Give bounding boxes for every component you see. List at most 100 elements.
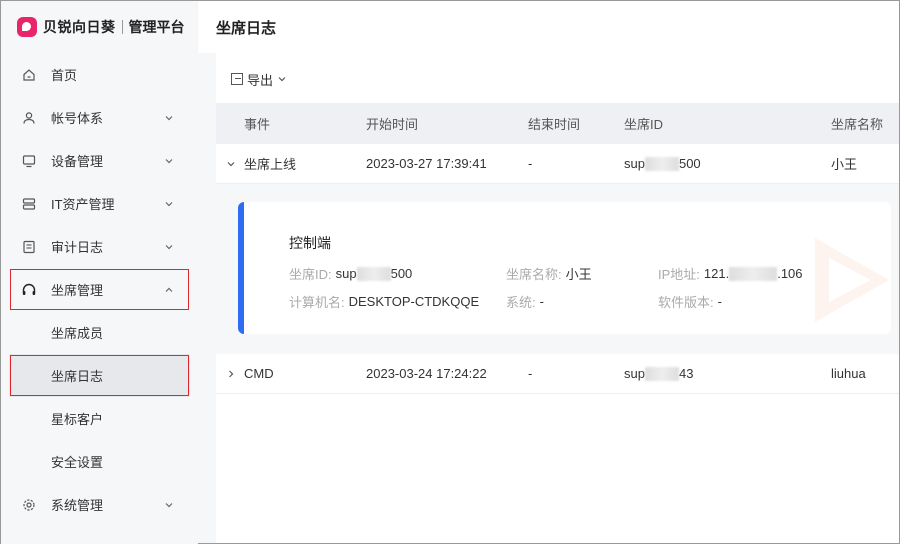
export-label: 导出 xyxy=(247,72,274,88)
monitor-icon xyxy=(21,153,37,169)
sidebar-subitem-starred-customers[interactable]: 星标客户 xyxy=(1,397,198,440)
detail-seat-name: 坐席名称: 小王 xyxy=(506,264,592,283)
cell-seat-id: sup 43 xyxy=(624,354,693,393)
seat-log-table: 事件 开始时间 结束时间 坐席ID 坐席名称 坐席上线 2023-03-27 1… xyxy=(216,103,899,394)
seat-id-prefix: sup xyxy=(624,366,645,381)
row-detail: 控制端 坐席ID: sup 500 坐席名称: 小王 IP地址: 121. .106 xyxy=(216,184,899,354)
seat-id-suffix: 43 xyxy=(678,366,694,381)
field-label: 坐席ID: xyxy=(289,267,332,282)
field-value: 小王 xyxy=(565,267,592,282)
field-label: 坐席名称: xyxy=(506,267,562,282)
server-icon xyxy=(21,196,37,212)
detail-ip-address: IP地址: 121. .106 xyxy=(658,264,803,283)
detail-seat-id: 坐席ID: sup 500 xyxy=(289,264,412,283)
column-header-seat-id: 坐席ID xyxy=(624,117,664,132)
cell-start-time: 2023-03-27 17:39:41 xyxy=(366,156,487,171)
seat-id-suffix: 500 xyxy=(390,265,413,281)
seat-id-prefix: sup xyxy=(624,156,645,171)
main-area: 坐席日志 导出 事件 开始时间 结束时间 坐席ID 坐席名称 坐席上线 2023… xyxy=(198,1,899,543)
content-area: 导出 事件 开始时间 结束时间 坐席ID 坐席名称 坐席上线 2023-03-2… xyxy=(198,53,899,543)
brand-divider xyxy=(121,20,123,34)
log-icon xyxy=(21,239,37,255)
detail-software-version: 软件版本: - xyxy=(658,292,722,311)
sidebar-item-label: 坐席成员 xyxy=(51,326,104,341)
cell-seat-id: sup 500 xyxy=(624,144,701,183)
cell-start-time: 2023-03-24 17:24:22 xyxy=(366,366,487,381)
gear-icon xyxy=(21,497,37,513)
brand-subtitle: 管理平台 xyxy=(128,19,185,35)
export-button[interactable]: 导出 xyxy=(231,71,287,88)
home-icon xyxy=(21,67,37,83)
sidebar-subitem-security-settings[interactable]: 安全设置 xyxy=(1,440,198,483)
chevron-down-icon xyxy=(164,498,174,513)
table-row[interactable]: CMD 2023-03-24 17:24:22 - sup 43 liuhua xyxy=(216,354,899,394)
ip-prefix: 121. xyxy=(703,265,730,281)
field-label: 软件版本: xyxy=(658,295,714,310)
seat-id-suffix: 500 xyxy=(678,156,701,171)
sidebar-subitem-seat-log[interactable]: 坐席日志 xyxy=(9,354,190,397)
detail-title: 控制端 xyxy=(289,235,331,251)
sidebar-item-label: 星标客户 xyxy=(51,412,104,427)
headset-icon xyxy=(21,282,37,298)
ip-suffix: .106 xyxy=(777,265,803,281)
chevron-down-icon xyxy=(164,111,174,126)
chevron-down-icon xyxy=(164,154,174,169)
redacted-mask xyxy=(644,366,679,381)
chevron-down-icon xyxy=(277,74,287,84)
table-row[interactable]: 坐席上线 2023-03-27 17:39:41 - sup 500 小王 xyxy=(216,144,899,184)
watermark-icon xyxy=(815,238,889,322)
sidebar-item-label: 首页 xyxy=(51,68,78,83)
cell-event: 坐席上线 xyxy=(244,157,297,172)
brand-name: 贝锐向日葵 xyxy=(43,19,116,35)
detail-system: 系统: - xyxy=(506,292,544,311)
brand-logo[interactable]: 贝锐向日葵 管理平台 xyxy=(1,1,198,53)
logo-icon xyxy=(17,17,37,37)
sidebar-item-system-management[interactable]: 系统管理 xyxy=(1,483,198,526)
column-header-event: 事件 xyxy=(244,117,271,132)
sidebar-item-label: 帐号体系 xyxy=(51,111,104,126)
chevron-down-icon xyxy=(164,197,174,212)
redacted-mask xyxy=(644,156,679,171)
table-header: 事件 开始时间 结束时间 坐席ID 坐席名称 xyxy=(216,103,899,144)
sidebar-item-it-assets[interactable]: IT资产管理 xyxy=(1,182,198,225)
sidebar-item-label: IT资产管理 xyxy=(51,197,115,212)
sidebar-item-label: 系统管理 xyxy=(51,498,104,513)
sidebar-item-label: 安全设置 xyxy=(51,455,104,470)
sidebar-item-accounts[interactable]: 帐号体系 xyxy=(1,96,198,139)
sidebar-item-label: 设备管理 xyxy=(51,154,104,169)
detail-card: 控制端 坐席ID: sup 500 坐席名称: 小王 IP地址: 121. .106 xyxy=(238,202,891,334)
export-icon xyxy=(231,73,243,85)
field-label: 系统: xyxy=(506,295,536,310)
sidebar-item-home[interactable]: 首页 xyxy=(1,53,198,96)
field-value: DESKTOP-CTDKQQE xyxy=(348,294,480,309)
cell-event: CMD xyxy=(244,366,274,381)
detail-computer-name: 计算机名: DESKTOP-CTDKQQE xyxy=(289,292,479,311)
collapse-row-icon[interactable] xyxy=(226,144,236,183)
sidebar-item-audit-log[interactable]: 审计日志 xyxy=(1,225,198,268)
redacted-mask xyxy=(356,267,391,282)
cell-seat-name: 小王 xyxy=(831,157,858,172)
column-header-end-time: 结束时间 xyxy=(528,117,581,132)
field-value: - xyxy=(539,294,544,309)
sidebar-item-devices[interactable]: 设备管理 xyxy=(1,139,198,182)
column-header-seat-name: 坐席名称 xyxy=(831,117,884,132)
expand-row-icon[interactable] xyxy=(226,354,236,393)
field-value: - xyxy=(717,294,722,309)
cell-seat-name: liuhua xyxy=(831,366,866,381)
field-label: IP地址: xyxy=(658,267,700,282)
cell-end-time: - xyxy=(528,156,533,171)
chevron-up-icon xyxy=(164,283,174,298)
sidebar-item-label: 审计日志 xyxy=(51,240,104,255)
redacted-mask xyxy=(729,267,778,282)
column-header-start-time: 开始时间 xyxy=(366,117,419,132)
cell-end-time: - xyxy=(528,366,533,381)
sidebar-item-label: 坐席管理 xyxy=(51,283,104,298)
field-label: 计算机名: xyxy=(289,295,345,310)
sidebar-item-seat-management[interactable]: 坐席管理 xyxy=(9,268,190,311)
log-panel: 导出 事件 开始时间 结束时间 坐席ID 坐席名称 坐席上线 2023-03-2… xyxy=(216,53,899,543)
sidebar: 贝锐向日葵 管理平台 首页 帐号体系 设备管理 IT资产管理 审计日志 坐席管理… xyxy=(1,1,198,544)
sidebar-subitem-seat-members[interactable]: 坐席成员 xyxy=(1,311,198,354)
chevron-down-icon xyxy=(164,240,174,255)
seat-id-prefix: sup xyxy=(335,265,357,281)
user-icon xyxy=(21,110,37,126)
